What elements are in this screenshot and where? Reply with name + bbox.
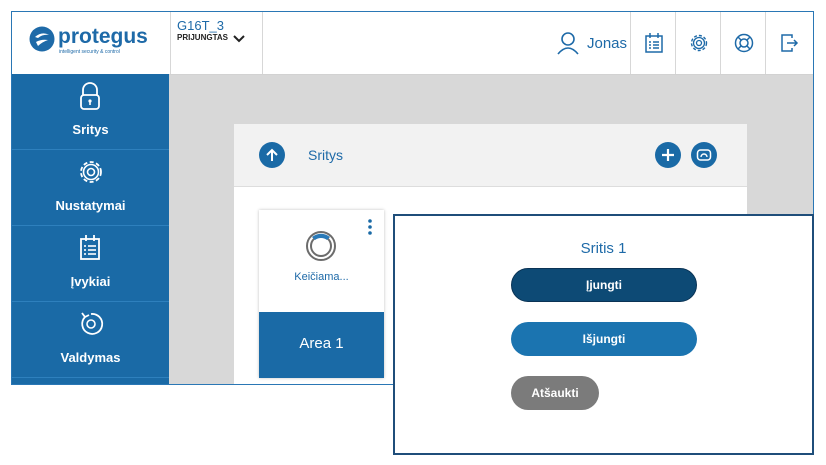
user-name: Jonas [587,34,628,52]
settings-button[interactable] [675,12,721,74]
sidebar-item-areas[interactable]: Sritys [12,74,169,150]
device-status: PRIJUNGTAS [177,33,228,42]
arrow-up-icon [266,148,278,161]
dialog-title: Sritis 1 [580,240,627,257]
gauge-icon [696,149,712,161]
sidebar-item-label: Įvykiai [70,274,111,289]
events-button[interactable] [630,12,676,74]
area-status: Keičiama... [294,271,349,283]
logo-text: protegus [58,25,148,48]
area-name: Area 1 [299,335,344,352]
more-vertical-icon[interactable] [368,219,372,235]
logo[interactable]: protegus intelligent security & control [12,12,171,74]
gear-icon [80,161,102,183]
back-button[interactable] [259,142,285,168]
arm-button[interactable]: Įjungti [511,268,697,302]
plus-icon [662,149,674,161]
logout-icon [780,34,798,52]
gear-icon [690,34,707,52]
add-button[interactable] [655,142,681,168]
sidebar-item-settings[interactable]: Nustatymai [12,150,169,226]
lifebuoy-icon [734,33,753,53]
calendar-list-icon [80,235,100,260]
area-action-dialog: Sritis 1 Įjungti Išjungti Atšaukti [393,214,814,455]
logout-button[interactable] [765,12,811,74]
panel-header: Sritys [234,124,747,187]
device-name: G16T_3 [177,18,224,33]
gauge-button[interactable] [691,142,717,168]
user-menu[interactable]: Jonas [557,30,627,56]
logo-tagline: intelligent security & control [59,49,120,55]
device-selector[interactable]: G16T_3 PRIJUNGTAS [170,12,263,74]
sidebar: Sritys Nustatymai Įvykiai Valdymas [12,74,169,384]
panel-title: Sritys [308,147,343,163]
padlock-icon [80,82,100,110]
disarm-button[interactable]: Išjungti [511,322,697,356]
calendar-list-icon [644,33,663,53]
area-card[interactable]: Keičiama... Area 1 [259,210,384,378]
help-button[interactable] [720,12,766,74]
user-icon [557,32,579,55]
logo-mark-icon [29,26,55,52]
sidebar-item-label: Valdymas [60,350,121,365]
top-bar: protegus intelligent security & control … [12,12,813,75]
area-name-bar[interactable]: Area 1 [259,312,384,378]
rotate-icon [81,312,104,335]
chevron-down-icon [233,35,245,43]
loading-spinner-icon [306,231,336,261]
sidebar-item-events[interactable]: Įvykiai [12,226,169,302]
sidebar-item-control[interactable]: Valdymas [12,302,169,378]
sidebar-item-label: Sritys [72,122,109,137]
sidebar-item-label: Nustatymai [55,198,126,213]
cancel-button[interactable]: Atšaukti [511,376,599,410]
